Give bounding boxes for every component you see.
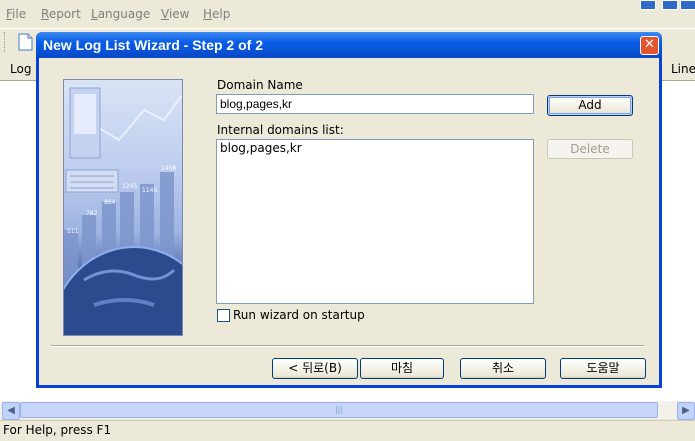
menu-view[interactable]: View — [161, 7, 189, 21]
add-button[interactable]: Add — [547, 95, 633, 116]
art-number-4: 864 — [104, 199, 116, 206]
dialog-bottom-border — [36, 385, 662, 388]
run-on-startup-label[interactable]: Run wizard on startup — [233, 308, 365, 322]
art-number-3: 1245 — [122, 183, 137, 190]
menu-report[interactable]: Report — [41, 7, 81, 21]
menu-help[interactable]: Help — [203, 7, 230, 21]
art-number-6: 511 — [67, 228, 79, 235]
cancel-button[interactable]: 취소 — [460, 358, 546, 379]
help-button[interactable]: 도움말 — [560, 358, 646, 379]
domain-name-label: Domain Name — [217, 78, 303, 92]
restore-button[interactable] — [662, 0, 678, 10]
delete-button[interactable]: Delete — [547, 139, 633, 159]
art-number-2: 1145 — [142, 187, 157, 194]
new-document-icon[interactable] — [17, 33, 33, 51]
scroll-thumb[interactable]: ||| — [20, 402, 658, 418]
scroll-left-button[interactable]: ◀ — [2, 402, 20, 420]
run-on-startup-checkbox[interactable] — [217, 309, 230, 322]
menu-file[interactable]: File — [6, 7, 26, 21]
domain-name-input[interactable] — [216, 94, 534, 114]
list-item[interactable]: blog,pages,kr — [220, 141, 530, 155]
back-button[interactable]: < 뒤로(B) — [272, 358, 358, 379]
column-header-log[interactable]: Log — [10, 62, 31, 76]
menu-bar: File Report Language View Help — [0, 0, 695, 28]
toolbar-grip[interactable] — [4, 32, 7, 52]
art-number-5: 782 — [86, 210, 98, 217]
scroll-right-button[interactable]: ▶ — [677, 402, 695, 420]
column-header-line[interactable]: Line — [671, 62, 695, 76]
dialog-separator — [51, 345, 644, 347]
dialog-close-button[interactable]: ✕ — [640, 36, 659, 55]
finish-button[interactable]: 마침 — [360, 358, 444, 379]
maximize-button[interactable] — [640, 0, 656, 10]
wizard-illustration: 1456 1145 1245 864 782 511 — [63, 79, 183, 336]
window-close-button[interactable] — [680, 0, 695, 10]
internal-domains-list[interactable]: blog,pages,kr — [216, 139, 534, 304]
status-text: For Help, press F1 — [3, 423, 112, 437]
menu-language[interactable]: Language — [91, 7, 150, 21]
internal-domains-label: Internal domains list: — [217, 123, 344, 137]
dialog-title: New Log List Wizard - Step 2 of 2 — [43, 37, 264, 53]
art-number-1: 1456 — [161, 165, 176, 172]
close-icon: ✕ — [644, 37, 655, 52]
